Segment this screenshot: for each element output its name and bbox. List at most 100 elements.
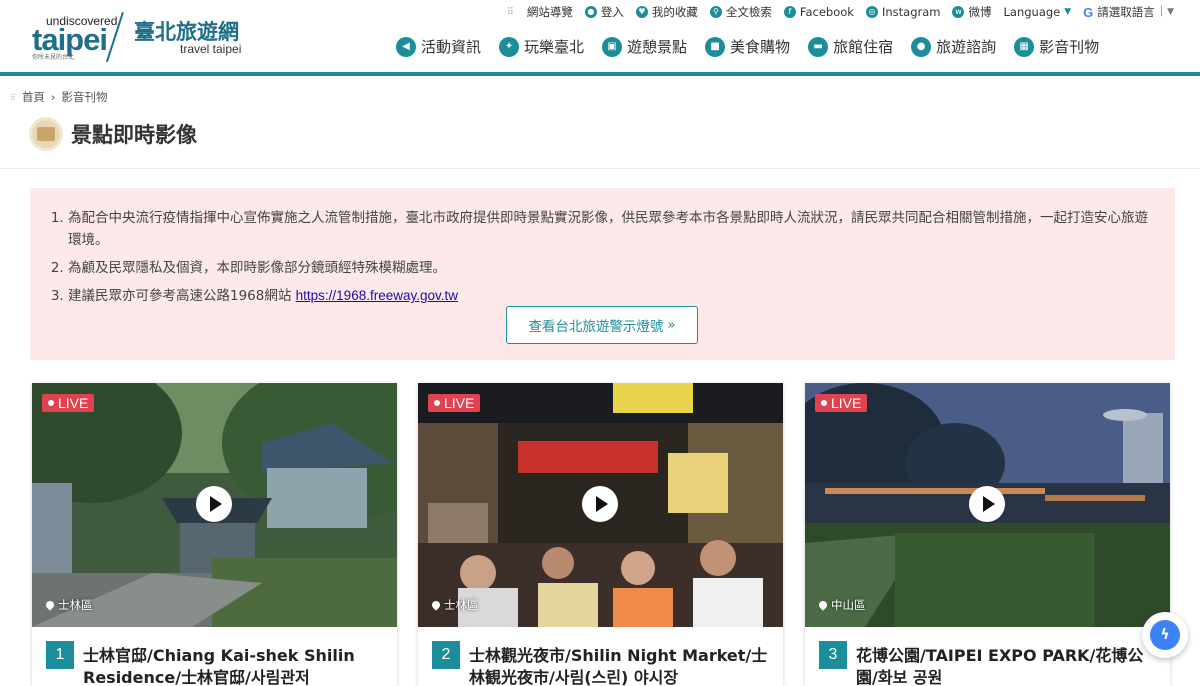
nav-label: 美食購物 (730, 38, 791, 56)
top-link-label: 請選取語言 (1097, 5, 1155, 19)
card-title[interactable]: 士林官邸/Chiang Kai-shek Shilin Residence/士林… (83, 645, 383, 686)
live-dot-icon (821, 400, 827, 406)
top-link-label: 網站導覽 (526, 5, 573, 19)
play-icon: ✦ (499, 36, 520, 57)
map-pin-icon (430, 599, 442, 611)
nav-label: 遊憩景點 (627, 38, 688, 56)
play-icon (982, 496, 995, 512)
card-number: 2 (432, 641, 460, 669)
play-button[interactable] (969, 486, 1005, 522)
top-link-label: 微博 (968, 5, 992, 19)
live-card[interactable]: LIVE 士林區 1 士林官邸/Chiang Kai-shek Shilin R… (32, 383, 397, 686)
caret-down-icon: ▼ (1064, 7, 1072, 17)
double-chevron-right-icon: » (667, 317, 676, 333)
nav-label: 影音刊物 (1039, 38, 1100, 56)
top-link-instagram[interactable]: ◎ Instagram (865, 5, 940, 19)
breadcrumb-current[interactable]: 影音刊物 (61, 89, 107, 105)
travel-alert-button[interactable]: 查看台北旅遊警示燈號 » (506, 306, 698, 344)
nav-events[interactable]: ◀ 活動資訊 (396, 36, 481, 57)
hotel-icon: ▬ (808, 36, 829, 57)
notice-item: 為顧及民眾隱私及個資，本即時影像部分鏡頭經特殊模糊處理。 (68, 257, 1158, 279)
top-link-login[interactable]: ● 登入 (584, 4, 624, 20)
nav-attractions[interactable]: ▣ 遊憩景點 (602, 36, 687, 57)
logo-en: travel taipei (180, 42, 242, 56)
live-card[interactable]: LIVE 士林區 2 士林觀光夜市/Shilin Night Market/士林… (418, 383, 783, 686)
google-translate[interactable]: G 請選取語言 │ ▼ (1083, 4, 1174, 20)
search-icon: ⚲ (709, 6, 722, 18)
freeway-link[interactable]: https://1968.freeway.gov.tw (296, 288, 458, 303)
notice-item: 為配合中央流行疫情指揮中心宣佈實施之人流管制措施，臺北市政府提供即時景點實況影像… (68, 207, 1158, 251)
instagram-icon: ◎ (865, 6, 878, 18)
title-divider (0, 168, 1200, 169)
district-label: 中山區 (817, 597, 866, 613)
play-icon (209, 496, 222, 512)
live-video-thumbnail[interactable]: LIVE 士林區 (418, 383, 783, 627)
top-link-sitemap[interactable]: 網站導覽 (527, 4, 573, 20)
shopping-icon: ■ (705, 36, 726, 57)
breadcrumb-home[interactable]: 首頁 (22, 89, 45, 105)
weibo-icon: w (952, 6, 965, 18)
map-pin-icon (817, 599, 829, 611)
button-label: 查看台北旅遊警示燈號 (528, 319, 664, 335)
top-link-weibo[interactable]: w 微博 (952, 4, 991, 20)
messenger-icon: ϟ (1150, 620, 1180, 650)
nav-label: 旅館住宿 (833, 38, 894, 56)
facebook-icon: f (783, 6, 796, 18)
live-badge: LIVE (42, 394, 95, 412)
page-title: 景點即時影像 (71, 123, 197, 147)
google-icon: G (1083, 4, 1094, 20)
notice-box: 為配合中央流行疫情指揮中心宣佈實施之人流管制措施，臺北市政府提供即時景點實況影像… (30, 188, 1175, 360)
live-video-thumbnail[interactable]: LIVE 士林區 (32, 383, 397, 627)
nav-media[interactable]: ▦ 影音刊物 (1014, 36, 1099, 57)
film-icon (29, 117, 63, 151)
nav-fun[interactable]: ✦ 玩樂臺北 (499, 36, 584, 57)
chevron-right-icon: › (50, 90, 56, 104)
card-number: 3 (819, 641, 847, 669)
language-select[interactable]: Language ▼ (1003, 5, 1071, 19)
top-link-favorites[interactable]: ♥ 我的收藏 (635, 4, 698, 20)
header-divider (0, 72, 1200, 76)
live-label: LIVE (831, 395, 862, 411)
top-link-label: Language (1003, 5, 1061, 19)
top-links: ⠿ 網站導覽 ● 登入 ♥ 我的收藏 ⚲ 全文檢索 f Facebook ◎ Instag… (507, 4, 1174, 20)
top-link-label: 登入 (600, 5, 624, 19)
nav-hotels[interactable]: ▬ 旅館住宿 (808, 36, 893, 57)
live-video-thumbnail[interactable]: LIVE 中山區 (805, 383, 1170, 627)
nav-label: 旅遊諮詢 (936, 38, 997, 56)
top-link-label: Facebook (799, 5, 854, 19)
notice-list: 為配合中央流行疫情指揮中心宣佈實施之人流管制措施，臺北市政府提供即時景點實況影像… (68, 207, 1158, 313)
messenger-chat-button[interactable]: ϟ (1142, 612, 1188, 658)
top-link-search[interactable]: ⚲ 全文檢索 (709, 4, 772, 20)
nav-info[interactable]: ● 旅遊諮詢 (911, 36, 996, 57)
live-card[interactable]: LIVE 中山區 3 花博公園/TAIPEI EXPO PARK/花博公園/화보… (805, 383, 1170, 686)
card-number: 1 (46, 641, 74, 669)
photo-icon: ▣ (602, 36, 623, 57)
user-icon: ● (584, 6, 597, 18)
top-link-facebook[interactable]: f Facebook (783, 5, 854, 19)
megaphone-icon: ◀ (396, 36, 416, 57)
chevron-down-icon: │ ▼ (1158, 7, 1174, 17)
top-link-label: 全文檢索 (725, 5, 772, 19)
live-dot-icon (48, 400, 54, 406)
play-button[interactable] (196, 486, 232, 522)
play-button[interactable] (582, 486, 618, 522)
page-title-block: 景點即時影像 (29, 117, 197, 151)
nav-food[interactable]: ■ 美食購物 (705, 36, 790, 57)
live-badge: LIVE (428, 394, 481, 412)
card-title[interactable]: 花博公園/TAIPEI EXPO PARK/花博公園/화보 공원 (856, 645, 1156, 686)
card-title[interactable]: 士林觀光夜市/Shilin Night Market/士林観光夜市/사림(스린)… (469, 645, 769, 686)
logo-tagline: 你所未見的台北 (32, 54, 75, 61)
dots-icon: ⠿ (506, 6, 515, 18)
live-label: LIVE (58, 395, 89, 411)
media-icon: ▦ (1014, 36, 1035, 57)
info-icon: ● (911, 36, 932, 57)
site-header: undiscovered taipei 你所未見的台北 臺北旅遊網 travel… (0, 0, 1200, 72)
nav-label: 玩樂臺北 (524, 38, 585, 56)
district-label: 士林區 (44, 597, 93, 613)
map-pin-icon (44, 599, 56, 611)
top-link-label: 我的收藏 (651, 5, 698, 19)
favorite-icon: ♥ (635, 6, 648, 18)
breadcrumb: ⠿ 首頁 › 影音刊物 (10, 89, 107, 105)
site-logo[interactable]: undiscovered taipei 你所未見的台北 臺北旅遊網 travel… (30, 12, 250, 63)
live-dot-icon (434, 400, 440, 406)
